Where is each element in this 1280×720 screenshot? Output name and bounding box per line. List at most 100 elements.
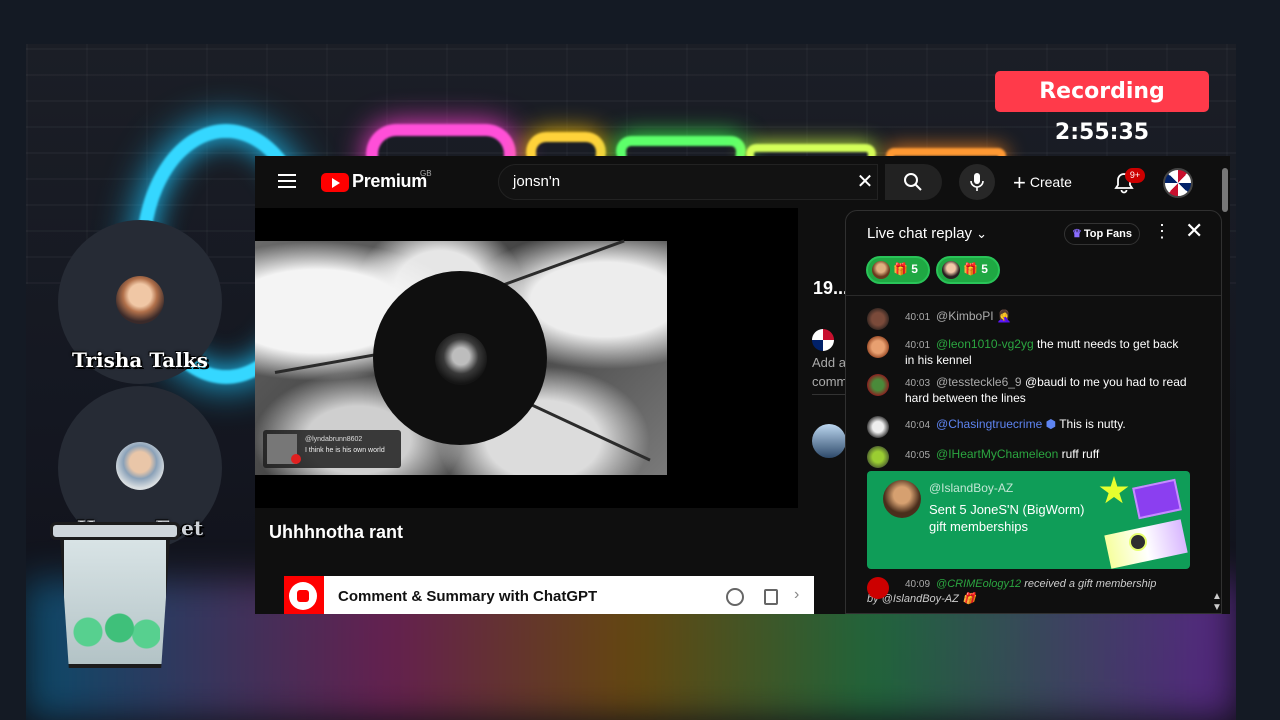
chat-message[interactable]: 40:03 @tessteckle6_9 @baudi to me you had… — [867, 374, 1187, 406]
message-author[interactable]: @CRIMEology12 — [936, 578, 1021, 590]
chat-message[interactable]: 40:04 @Chasingtruecrime ⬢ This is nutty. — [867, 416, 1187, 438]
gifter-avatar — [942, 261, 960, 279]
gifter-avatar — [872, 261, 890, 279]
speaker-avatar — [435, 333, 487, 385]
message-text: received a gift membership — [1024, 578, 1157, 590]
message-time: 40:09 — [905, 579, 931, 590]
featured-comment-user: @lyndabrunn8602 — [305, 436, 363, 443]
chat-bubble-dot — [297, 590, 309, 602]
youtube-header: Premium GB jonsn'n ✕ + Create 9+ — [255, 156, 1230, 208]
participant-trisha-talks: Trisha Talks — [58, 220, 222, 384]
gift-membership-card[interactable]: @IslandBoy-AZ Sent 5 JoneS'N (BigWorm) g… — [867, 471, 1190, 569]
gifter-avatar — [883, 480, 921, 518]
gift-box-icon — [1132, 478, 1182, 520]
trash-can-graphic — [50, 522, 180, 668]
close-icon[interactable]: ✕ — [1185, 218, 1203, 244]
chat-avatar — [867, 336, 889, 358]
create-label: Create — [1029, 174, 1072, 190]
gift-leaderboard-chip[interactable]: 🎁 5 — [936, 256, 1000, 284]
chevron-down-icon: ⌄ — [976, 226, 987, 241]
youtube-logo-icon[interactable] — [321, 173, 349, 192]
chat-message-gift-received[interactable]: 40:09 @CRIMEology12 received a gift membe… — [867, 577, 1192, 607]
search-button[interactable] — [885, 164, 942, 200]
video-player[interactable]: @lyndabrunn8602 I think he is his own wo… — [255, 208, 798, 508]
more-options-icon[interactable]: ⋮ — [1153, 221, 1171, 242]
notification-count-badge: 9+ — [1125, 168, 1145, 183]
featured-comment-text: I think he is his own world — [305, 447, 385, 454]
chat-scroll-arrows-icon[interactable]: ▲ ▼ — [1212, 591, 1221, 613]
chatgpt-extension-icon — [284, 576, 324, 614]
plus-icon: + — [1013, 170, 1026, 195]
message-time: 40:03 — [905, 378, 931, 389]
chatgpt-bar-label: Comment & Summary with ChatGPT — [338, 588, 598, 605]
gift-type-text: gift memberships — [929, 519, 1028, 534]
message-text: ruff ruff — [1061, 447, 1100, 461]
message-time: 40:04 — [905, 420, 931, 431]
region-code: GB — [420, 169, 432, 178]
commenter-avatar — [812, 329, 834, 351]
trash-can-lid — [50, 522, 180, 540]
premium-brand-label[interactable]: Premium — [352, 171, 427, 192]
participant-avatar — [116, 276, 164, 324]
message-author[interactable]: @KimboPI — [936, 309, 994, 323]
message-time: 40:01 — [905, 340, 931, 351]
comment-partial[interactable]: comm — [812, 374, 847, 389]
chat-title-label: Live chat replay — [867, 225, 973, 242]
message-text: This is nutty. — [1059, 417, 1126, 431]
participant-avatar — [116, 442, 164, 490]
page-scrollbar[interactable] — [1222, 168, 1228, 212]
search-query-text[interactable]: jonsn'n — [513, 173, 560, 190]
stream-stage: Recording 2:55:35 Trisha Talks Happy Fee… — [0, 0, 1280, 720]
speaker-frame — [373, 271, 547, 445]
verified-badge-icon: ⬢ — [1045, 417, 1057, 431]
membership-badge-icon — [1129, 533, 1147, 551]
video-frame: @lyndabrunn8602 I think he is his own wo… — [255, 239, 667, 475]
gift-icon: 🎁 — [961, 593, 976, 605]
openai-icon[interactable] — [726, 588, 744, 606]
chatgpt-summary-bar[interactable]: Comment & Summary with ChatGPT › — [284, 576, 814, 614]
gift-count: 🎁 5 — [893, 262, 918, 276]
chat-avatar — [867, 446, 889, 468]
add-comment-partial[interactable]: Add a — [812, 355, 846, 370]
video-title: Uhhhnotha rant — [269, 522, 403, 542]
live-chat-mode-selector[interactable]: Live chat replay ⌄ — [867, 225, 987, 242]
recommended-thumbnail[interactable] — [812, 424, 846, 458]
gifter-username[interactable]: @IslandBoy-AZ — [929, 481, 1013, 495]
chat-avatar — [867, 374, 889, 396]
chat-avatar — [867, 308, 889, 330]
recording-timer-badge: Recording 2:55:35 — [995, 71, 1209, 145]
chat-avatar — [867, 416, 889, 438]
microphone-icon — [970, 173, 984, 191]
message-author[interactable]: @IHeartMyChameleon — [936, 447, 1058, 461]
menu-icon[interactable] — [278, 174, 296, 188]
gift-leaderboard-chip[interactable]: 🎁 5 — [866, 256, 930, 284]
clear-search-icon[interactable]: ✕ — [854, 171, 876, 193]
message-author[interactable]: @Chasingtruecrime — [936, 417, 1042, 431]
chat-message[interactable]: 40:01 @KimboPI 🤦‍♀️ — [867, 308, 1187, 330]
message-author[interactable]: @tessteckle6_9 — [936, 375, 1022, 389]
message-time: 40:05 — [905, 450, 931, 461]
view-count-partial: 19... — [813, 278, 849, 298]
youtube-badge-icon — [291, 454, 301, 464]
top-fans-button[interactable]: ♛ Top Fans — [1064, 223, 1140, 245]
message-time: 40:01 — [905, 312, 931, 323]
participant-name: Trisha Talks — [72, 348, 208, 372]
live-chat-panel: Live chat replay ⌄ ♛ Top Fans ⋮ ✕ 🎁 5 🎁 5 … — [845, 210, 1222, 614]
chat-divider — [846, 295, 1221, 296]
youtube-window: Premium GB jonsn'n ✕ + Create 9+ @lyndab… — [255, 156, 1230, 614]
chat-message[interactable]: 40:01 @leon1010-vg2yg the mutt needs to g… — [867, 336, 1187, 368]
search-icon — [904, 173, 922, 191]
copy-icon[interactable] — [764, 589, 778, 605]
featured-comment-overlay: @lyndabrunn8602 I think he is his own wo… — [263, 430, 401, 468]
chat-avatar — [867, 577, 889, 599]
chevron-right-icon[interactable]: › — [794, 586, 799, 604]
chat-message[interactable]: 40:05 @IHeartMyChameleon ruff ruff — [867, 446, 1187, 468]
message-author[interactable]: @leon1010-vg2yg — [936, 337, 1034, 351]
top-fans-label: Top Fans — [1083, 228, 1132, 240]
crown-icon: ♛ — [1072, 228, 1082, 240]
gift-sent-text: Sent 5 JoneS'N (BigWorm) — [929, 502, 1085, 517]
create-button[interactable]: + Create — [1013, 168, 1072, 196]
voice-search-button[interactable] — [959, 164, 995, 200]
account-avatar[interactable] — [1163, 168, 1193, 198]
gift-count: 🎁 5 — [963, 262, 988, 276]
